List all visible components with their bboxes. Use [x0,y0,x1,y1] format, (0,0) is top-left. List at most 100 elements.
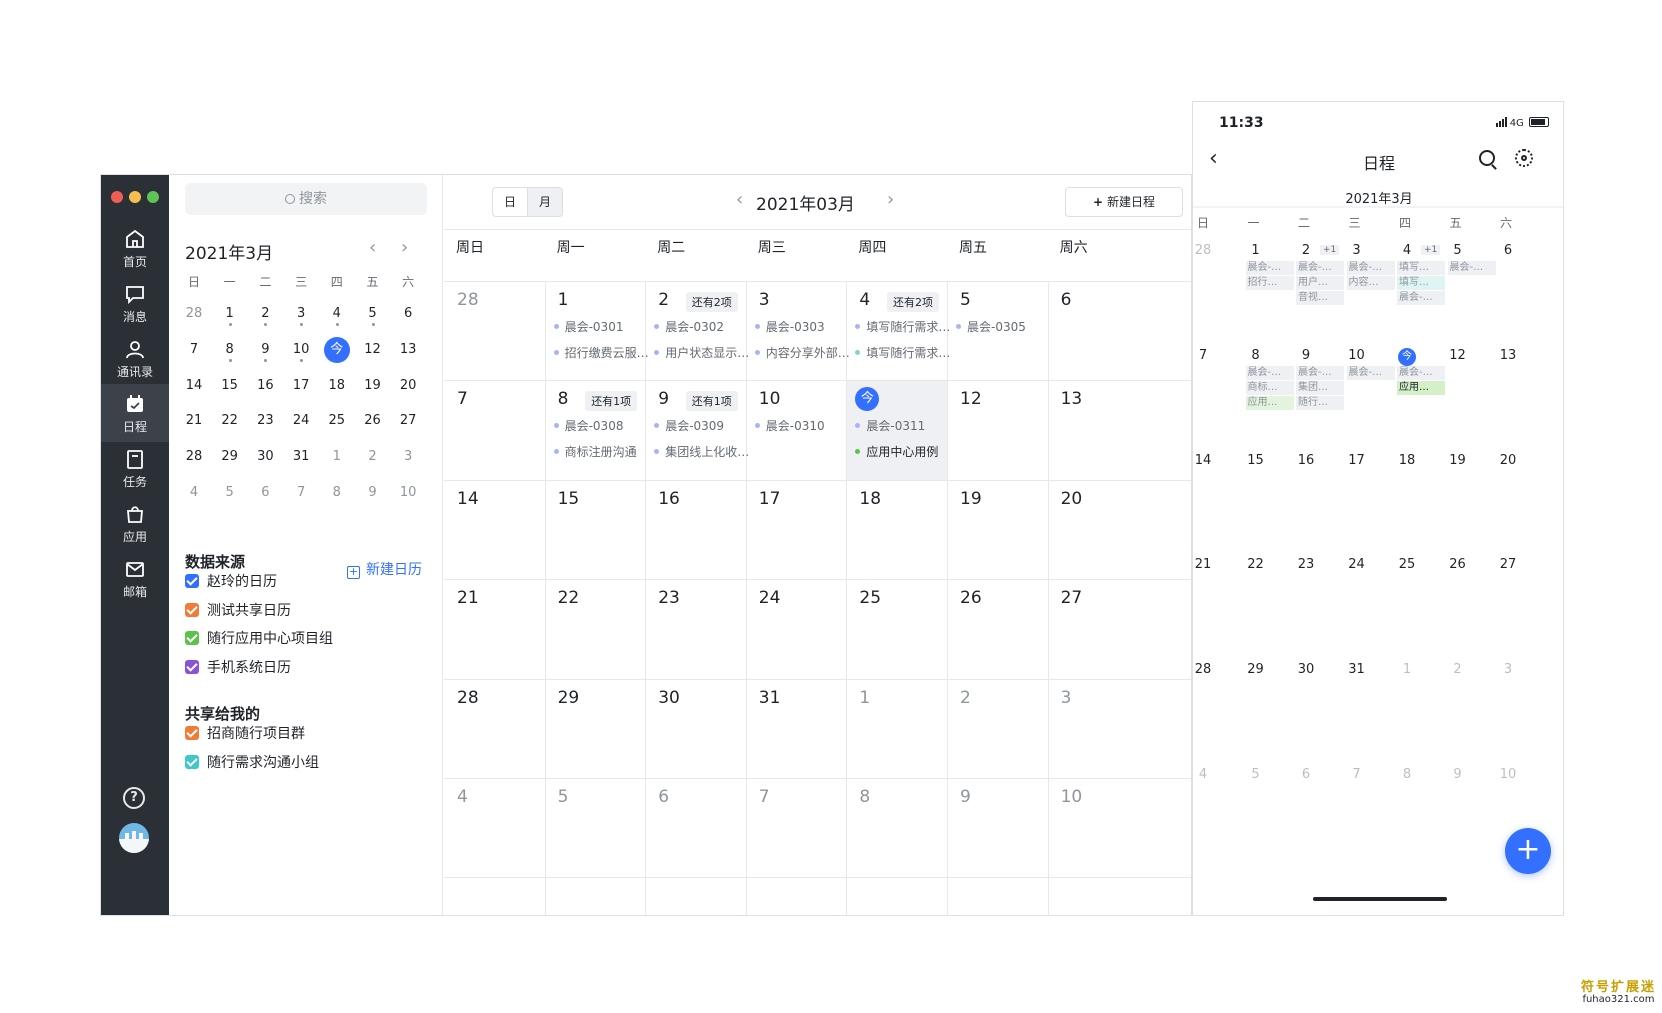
day-cell[interactable]: 18 [847,481,947,579]
day-cell[interactable]: 25 [847,580,947,678]
mobile-event-chip[interactable]: 音视… [1296,291,1344,305]
mobile-event-chip[interactable]: 晨会-… [1447,261,1496,275]
mobile-day-number[interactable]: 13 [1496,348,1520,363]
mini-day[interactable]: 16 [246,371,284,409]
mobile-event-chip[interactable]: 晨会-… [1346,261,1395,275]
mobile-day-number[interactable]: 8 [1395,767,1419,782]
mini-day[interactable]: 24 [282,406,320,444]
mobile-day-number[interactable]: 16 [1294,453,1318,468]
calendar-source-item[interactable]: 招商随行项目群 [185,723,305,745]
mini-day[interactable]: 8 [211,335,249,373]
day-cell[interactable]: 21 [445,580,545,678]
mobile-day-number[interactable]: 24 [1345,557,1369,572]
more-events-badge[interactable]: 还有1项 [685,391,738,412]
mobile-day-number[interactable]: 4 [1395,243,1419,258]
day-cell[interactable]: 22 [546,580,646,678]
new-calendar-button[interactable]: + 新建日历 [347,559,422,579]
mobile-event-chip[interactable]: 用户… [1296,276,1344,290]
mobile-event-chip[interactable]: 填写… [1397,276,1445,290]
mobile-day-number[interactable]: 10 [1496,767,1520,782]
mobile-event-chip[interactable]: 晨会-… [1397,291,1445,305]
mini-day[interactable]: 20 [389,371,427,409]
mobile-day-number[interactable]: 20 [1496,453,1520,468]
event-item[interactable]: 晨会-0310 [754,417,849,435]
mini-day[interactable]: 13 [389,335,427,373]
nav-item-calendar[interactable]: 日程 [101,384,169,442]
mobile-day-number[interactable]: 7 [1345,767,1369,782]
mobile-day-number[interactable]: 19 [1446,453,1470,468]
day-cell[interactable]: 13 [1049,381,1149,479]
mini-day[interactable]: 12 [354,335,392,373]
event-item[interactable]: 招行缴费云服… [553,344,648,362]
help-icon[interactable]: ? [123,787,145,809]
calendar-source-item[interactable]: 赵玲的日历 [185,571,277,593]
mobile-day-number[interactable]: 1 [1244,243,1268,258]
mobile-event-chip[interactable]: 晨会-… [1245,365,1294,380]
day-cell[interactable]: 30 [646,680,746,778]
mini-prev-month-icon[interactable]: ‹ [369,237,376,258]
event-item[interactable]: 应用中心用例 [855,443,949,461]
mini-day[interactable]: 21 [175,406,213,444]
mini-day-today[interactable]: 今 [318,335,356,373]
mobile-day-number[interactable]: 14 [1193,453,1215,468]
mobile-day-number[interactable]: 28 [1193,243,1215,258]
event-item[interactable]: 集团线上化收… [654,443,748,461]
checkbox-checked-icon[interactable] [185,659,199,674]
day-cell[interactable]: 29 [546,680,646,778]
mobile-day-number[interactable]: 17 [1345,453,1369,468]
mini-day[interactable]: 7 [175,335,213,373]
mobile-day-number[interactable]: 8 [1244,348,1268,363]
day-cell[interactable]: 27 [1049,580,1149,678]
mobile-day-number[interactable]: 27 [1496,557,1520,572]
mobile-day-number[interactable]: 2 [1294,243,1318,258]
mobile-event-chip[interactable]: 商标… [1245,380,1294,395]
checkbox-checked-icon[interactable] [185,631,199,645]
mini-day[interactable]: 5 [211,478,249,516]
checkbox-checked-icon[interactable] [185,726,199,740]
nav-item-mail[interactable]: 邮箱 [101,549,169,607]
day-cell[interactable]: 8 还有1项 晨会-0308 商标注册沟通 [546,381,646,479]
day-cell[interactable]: 15 [546,481,646,579]
mobile-day-number[interactable]: 23 [1294,557,1318,572]
mobile-day-number[interactable]: 25 [1395,557,1419,572]
day-cell[interactable]: 16 [646,481,746,579]
mobile-day-number[interactable]: 7 [1193,348,1215,363]
event-item[interactable]: 晨会-0309 [654,417,748,435]
more-events-badge[interactable]: 还有2项 [886,292,939,312]
day-cell[interactable]: 3 晨会-0303 内容分享外部… [747,282,849,380]
event-item[interactable]: 晨会-0302 [654,318,748,336]
mobile-day-number[interactable]: 4 [1193,767,1215,782]
mobile-day-number[interactable]: 30 [1294,662,1318,677]
mini-day[interactable]: 22 [211,406,249,444]
mini-day[interactable]: 2 [354,442,392,480]
mobile-event-chip[interactable]: 晨会-… [1346,365,1395,380]
mobile-day-number[interactable]: 21 [1193,557,1215,572]
search-input[interactable]: 搜索 [185,183,427,215]
day-cell[interactable]: 28 [445,282,545,380]
day-cell[interactable]: 1 晨会-0301 招行缴费云服… [546,282,648,380]
mobile-day-number[interactable]: 26 [1446,557,1470,572]
calendar-source-item[interactable]: 随行需求沟通小组 [185,752,319,774]
mini-day[interactable]: 29 [211,442,249,480]
event-item[interactable]: 晨会-0303 [754,318,849,336]
mobile-day-number[interactable]: 3 [1496,662,1520,677]
mini-day[interactable]: 6 [389,299,427,337]
event-item[interactable]: 晨会-0311 [855,417,949,435]
mobile-event-chip[interactable]: 晨会-… [1296,261,1344,275]
mini-day[interactable]: 28 [175,442,213,480]
mobile-day-number[interactable]: 1 [1395,662,1419,677]
mobile-day-number[interactable]: 12 [1446,348,1470,363]
mini-day[interactable]: 5 [354,299,392,337]
mini-day[interactable]: 10 [389,478,427,516]
day-cell[interactable]: 今晨会-0311 应用中心用例 [847,381,949,480]
mobile-event-chip[interactable]: 晨会-… [1245,261,1294,275]
day-cell[interactable]: 6 [1049,282,1149,380]
mini-day[interactable]: 1 [318,442,356,480]
mini-day[interactable]: 3 [282,299,320,337]
mobile-day-number[interactable]: 28 [1193,662,1215,677]
event-item[interactable]: 内容分享外部… [754,344,849,362]
mobile-day-number[interactable]: 3 [1345,243,1369,258]
day-cell[interactable]: 8 [847,779,947,877]
mini-day[interactable]: 4 [175,478,213,516]
mobile-day-number[interactable]: 5 [1446,243,1470,258]
